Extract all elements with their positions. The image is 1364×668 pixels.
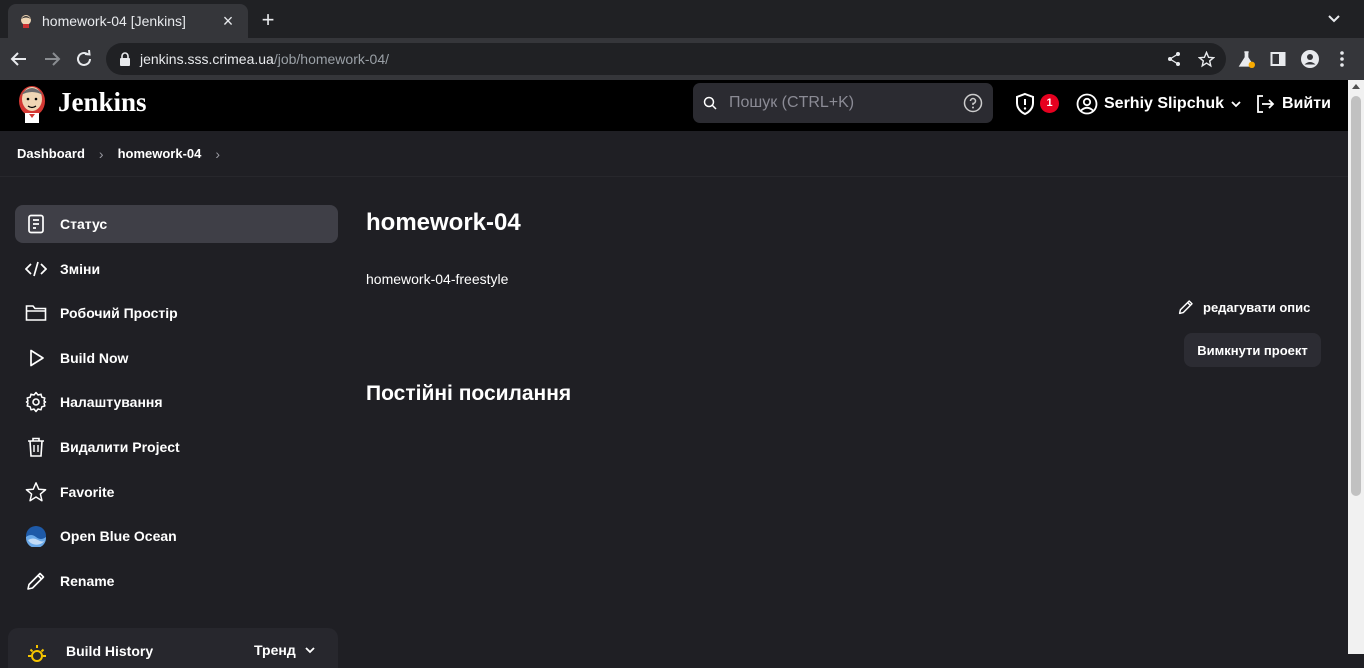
sidebar-item-status[interactable]: Статус	[15, 205, 338, 243]
security-badge[interactable]: 1	[1040, 94, 1059, 113]
page-scrollbar[interactable]	[1348, 80, 1364, 654]
sidebar-item-label: Видалити Project	[60, 438, 180, 455]
breadcrumb-chevron-icon: ›	[98, 145, 104, 162]
lock-icon[interactable]	[118, 52, 132, 66]
sidebar-item-delete-project[interactable]: Видалити Project	[15, 428, 338, 466]
url-host: jenkins.sss.crimea.ua	[140, 51, 274, 67]
sidebar-item-label: Налаштування	[60, 394, 163, 411]
sidebar-item-label: Rename	[60, 572, 115, 589]
forward-button[interactable]	[41, 48, 63, 70]
jenkins-brand[interactable]: Jenkins	[58, 87, 147, 118]
sidebar-item-build-now[interactable]: Build Now	[15, 339, 338, 377]
scroll-up-arrow-icon[interactable]	[1352, 84, 1360, 89]
star-icon	[25, 481, 47, 503]
scrollbar-thumb[interactable]	[1351, 96, 1361, 496]
gear-icon	[25, 391, 47, 413]
logout-label: Вийти	[1282, 95, 1331, 112]
build-history-panel: Build History Тренд	[8, 628, 338, 668]
side-panel-icon[interactable]	[1268, 49, 1288, 69]
sun-weather-icon	[28, 645, 46, 662]
page-content: Статус Зміни Робочий Простір Build Now Н…	[0, 177, 1348, 668]
search-icon	[703, 96, 717, 110]
trash-icon	[25, 436, 47, 458]
tab-title: homework-04 [Jenkins]	[42, 13, 186, 29]
browser-toolbar: jenkins.sss.crimea.ua/job/homework-04/	[0, 38, 1364, 80]
code-icon	[25, 258, 47, 280]
browser-menu-icon[interactable]	[1332, 49, 1352, 69]
sidebar-item-workspace[interactable]: Робочий Простір	[15, 294, 338, 332]
bookmark-star-icon[interactable]	[1196, 49, 1216, 69]
disable-project-button[interactable]: Вимкнути проект	[1184, 333, 1321, 367]
user-name: Serhiy Slipchuk	[1104, 95, 1225, 112]
search-input[interactable]	[729, 94, 963, 112]
trend-dropdown[interactable]: Тренд	[254, 642, 316, 658]
side-panel: Статус Зміни Робочий Простір Build Now Н…	[15, 205, 338, 606]
pencil-icon	[1178, 300, 1193, 315]
user-avatar-icon	[1076, 93, 1098, 115]
sidebar-item-favorite[interactable]: Favorite	[15, 473, 338, 511]
play-icon	[25, 347, 47, 369]
sidebar-item-label: Favorite	[60, 483, 115, 500]
tab-search-chevron-icon[interactable]	[1326, 10, 1342, 26]
sidebar-item-blue-ocean[interactable]: Open Blue Ocean	[15, 517, 338, 555]
user-menu[interactable]: Serhiy Slipchuk	[1076, 92, 1242, 116]
sidebar-item-settings[interactable]: Налаштування	[15, 383, 338, 421]
security-shield-icon[interactable]	[1013, 92, 1037, 116]
breadcrumb-chevron-icon[interactable]: ›	[215, 146, 220, 162]
search-box[interactable]	[693, 83, 993, 123]
sidebar-item-label: Робочий Простір	[60, 305, 178, 322]
chevron-down-icon	[1231, 101, 1241, 108]
new-tab-button[interactable]: +	[256, 8, 280, 32]
trend-label: Тренд	[254, 642, 296, 658]
sidebar-item-label: Зміни	[60, 260, 101, 277]
reload-button[interactable]	[73, 48, 95, 70]
browser-tabstrip: homework-04 [Jenkins] × +	[0, 0, 1364, 38]
sidebar-item-changes[interactable]: Зміни	[15, 250, 338, 288]
breadcrumb-dashboard[interactable]: Dashboard	[17, 146, 85, 161]
jenkins-favicon-icon	[21, 15, 31, 28]
logout-icon	[1257, 95, 1275, 113]
blue-ocean-icon	[25, 525, 47, 548]
sidebar-item-label: Open Blue Ocean	[60, 528, 177, 545]
url-path: /job/homework-04/	[273, 51, 389, 67]
folder-icon	[25, 302, 47, 324]
jenkins-logo-icon[interactable]	[16, 83, 48, 125]
reload-icon	[77, 50, 91, 66]
logout-button[interactable]: Вийти	[1254, 92, 1331, 116]
tab-close-icon[interactable]: ×	[218, 12, 238, 30]
back-button[interactable]	[8, 48, 30, 70]
status-icon	[25, 213, 47, 235]
build-history-title: Build History	[66, 643, 154, 659]
sidebar-item-label: Build Now	[60, 349, 129, 366]
sidebar-item-rename[interactable]: Rename	[15, 562, 338, 600]
permalinks-heading: Постійні посилання	[366, 382, 572, 405]
profile-icon[interactable]	[1300, 49, 1320, 69]
chevron-down-icon	[305, 647, 315, 654]
browser-tab[interactable]: homework-04 [Jenkins] ×	[8, 4, 248, 38]
labs-flask-icon[interactable]	[1236, 49, 1256, 69]
edit-description-link[interactable]: редагувати опис	[1178, 299, 1310, 315]
jenkins-header: Jenkins 1 Serhiy Slipchuk Вийти	[0, 80, 1348, 131]
page-title: homework-04	[366, 209, 521, 236]
sidebar-item-label: Статус	[60, 216, 108, 232]
forward-arrow-icon	[45, 52, 61, 66]
pencil-icon	[25, 570, 47, 592]
breadcrumb-homework-04[interactable]: homework-04	[118, 146, 202, 161]
breadcrumb: Dashboard › homework-04 ›	[0, 131, 1348, 177]
project-description: homework-04-freestyle	[366, 271, 509, 287]
address-bar[interactable]: jenkins.sss.crimea.ua/job/homework-04/	[106, 43, 1226, 75]
edit-description-label: редагувати опис	[1203, 299, 1311, 315]
share-icon[interactable]	[1164, 49, 1184, 69]
back-arrow-icon	[10, 52, 26, 66]
help-icon[interactable]	[963, 93, 983, 113]
